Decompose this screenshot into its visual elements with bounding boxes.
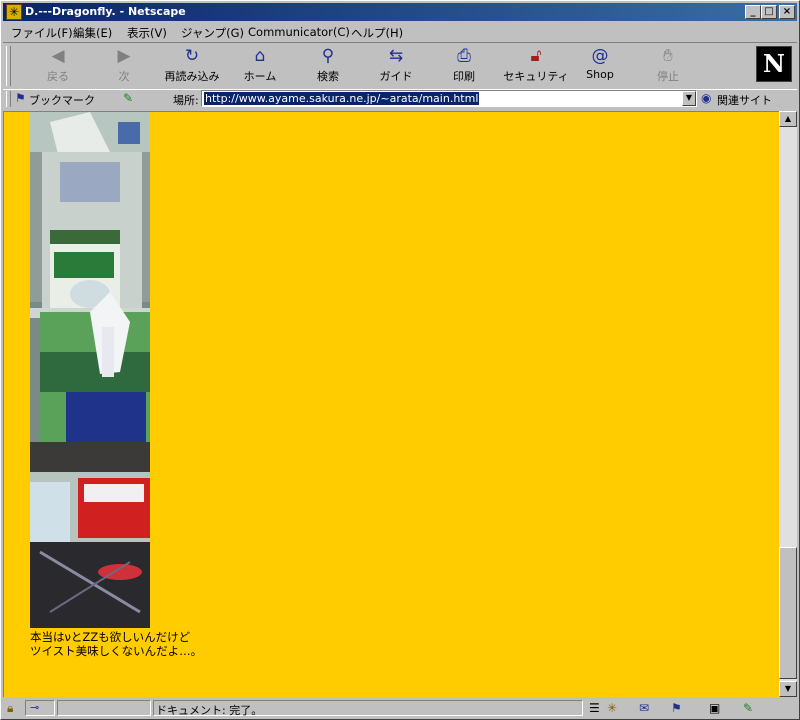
compose-edit-icon[interactable]: ✎	[743, 701, 753, 715]
status-bar: 🔒︎ ⊸ ドキュメント: 完了。 ☰ ✳ ✉ ⚑ ▣ ✎	[3, 699, 797, 717]
guide-signpost-icon: ⇆	[388, 46, 404, 66]
security-lock-icon[interactable]: 🔒︎	[7, 701, 13, 715]
status-text-cell: ドキュメント: 完了。	[153, 700, 583, 717]
photo-collage	[30, 112, 150, 628]
bookmarks-icon: ⚑	[15, 91, 26, 105]
security-label: セキュリティ	[503, 70, 569, 83]
forward-label: 次	[118, 70, 130, 83]
home-icon: ⌂	[254, 46, 266, 66]
shop-button[interactable]: @ Shop	[567, 45, 633, 87]
location-label: 場所:	[173, 94, 199, 107]
bookmarks-button[interactable]: ブックマーク	[29, 92, 95, 108]
navigation-toolbar: ◀ 戻る ▶ 次 ↻ 再読み込み ⌂ ホーム ⚲ 検索 ⇆ ガイド ⎙ 印刷 🔓…	[3, 42, 797, 90]
page-proxy-icon[interactable]: ✎	[123, 91, 133, 105]
scroll-up-button[interactable]: ▲	[779, 111, 797, 127]
security-button[interactable]: 🔓︎ セキュリティ	[503, 45, 569, 87]
home-label: ホーム	[243, 70, 277, 83]
connection-indicator: ⊸	[25, 700, 55, 716]
back-label: 戻る	[47, 70, 69, 83]
forward-button[interactable]: ▶ 次	[91, 45, 157, 87]
menu-edit[interactable]: 編集(E)	[73, 25, 112, 41]
composer-component-icon[interactable]: ▣	[709, 701, 720, 715]
shopping-bag-icon: @	[591, 46, 609, 66]
navigator-component-icon[interactable]: ✳	[607, 701, 617, 715]
discussions-component-icon[interactable]: ⚑	[671, 701, 682, 715]
stop-label: 停止	[657, 70, 679, 83]
minimize-button[interactable]: _	[745, 5, 761, 19]
menu-help[interactable]: ヘルプ(H)	[351, 25, 403, 41]
netscape-logo[interactable]: N	[756, 46, 792, 82]
url-input[interactable]: http://www.ayame.sakura.ne.jp/~arata/mai…	[201, 90, 697, 107]
mail-component-icon[interactable]: ✉	[639, 701, 649, 715]
scroll-down-button[interactable]: ▼	[779, 681, 797, 697]
scrollbar-thumb[interactable]	[779, 547, 797, 679]
menu-view[interactable]: 表示(V)	[127, 25, 167, 41]
search-icon: ⚲	[321, 46, 335, 66]
related-sites-icon: ◉	[701, 91, 712, 105]
location-toolbar: ⚑ ブックマーク ✎ 場所: http://www.ayame.sakura.n…	[3, 89, 797, 109]
menu-communicator[interactable]: Communicator(C)	[248, 25, 350, 39]
home-button[interactable]: ⌂ ホーム	[227, 45, 293, 87]
related-sites-button[interactable]: 関連サイト	[717, 92, 772, 108]
vertical-scrollbar[interactable]: ▲ ▼	[779, 111, 797, 697]
browser-window: ✳ D.---Dragonfly. - Netscape _ □ × ファイル(…	[0, 0, 800, 720]
progress-bar	[57, 700, 151, 716]
location-grip[interactable]	[6, 91, 11, 107]
guide-label: ガイド	[379, 70, 413, 83]
padlock-icon: 🔓︎	[530, 46, 542, 66]
title-bar[interactable]: ✳ D.---Dragonfly. - Netscape _ □ ×	[3, 3, 797, 21]
forward-arrow-icon: ▶	[117, 46, 131, 66]
stop-icon: ✋︎	[663, 46, 673, 66]
url-dropdown-button[interactable]: ▼	[682, 91, 696, 106]
print-label: 印刷	[453, 70, 475, 83]
print-button[interactable]: ⎙ 印刷	[431, 45, 497, 87]
caption-line-1: 本当はνとZZも欲しいんだけど	[30, 630, 191, 644]
toolbar-grip[interactable]	[6, 46, 11, 86]
search-label: 検索	[317, 70, 339, 83]
shop-label: Shop	[586, 68, 614, 81]
reload-label: 再読み込み	[164, 70, 220, 83]
back-arrow-icon: ◀	[51, 46, 65, 66]
printer-icon: ⎙	[457, 46, 471, 66]
netscape-app-icon[interactable]: ✳	[6, 4, 22, 20]
figure-photo	[30, 112, 150, 628]
reload-button[interactable]: ↻ 再読み込み	[159, 45, 225, 87]
connection-plug-icon: ⊸	[30, 701, 40, 714]
scroll-lock-icon: ☰	[589, 701, 600, 715]
menu-go[interactable]: ジャンプ(G)	[181, 25, 244, 41]
url-text[interactable]: http://www.ayame.sakura.ne.jp/~arata/mai…	[204, 92, 480, 105]
menu-bar: ファイル(F) 編集(E) 表示(V) ジャンプ(G) Communicator…	[3, 22, 797, 41]
close-button[interactable]: ×	[779, 5, 795, 19]
menu-file[interactable]: ファイル(F)	[11, 25, 73, 41]
back-button[interactable]: ◀ 戻る	[25, 45, 91, 87]
window-title: D.---Dragonfly. - Netscape	[25, 5, 186, 18]
photo-caption: 本当はνとZZも欲しいんだけど ツイスト美味しくないんだよ…。	[30, 630, 202, 658]
page-content: 本当はνとZZも欲しいんだけど ツイスト美味しくないんだよ…。	[3, 111, 779, 697]
stop-button[interactable]: ✋︎ 停止	[635, 45, 701, 87]
maximize-button[interactable]: □	[761, 5, 777, 19]
guide-button[interactable]: ⇆ ガイド	[363, 45, 429, 87]
search-button[interactable]: ⚲ 検索	[295, 45, 361, 87]
caption-line-2: ツイスト美味しくないんだよ…。	[30, 644, 203, 658]
status-text: ドキュメント: 完了。	[156, 704, 263, 717]
reload-icon: ↻	[184, 46, 200, 66]
